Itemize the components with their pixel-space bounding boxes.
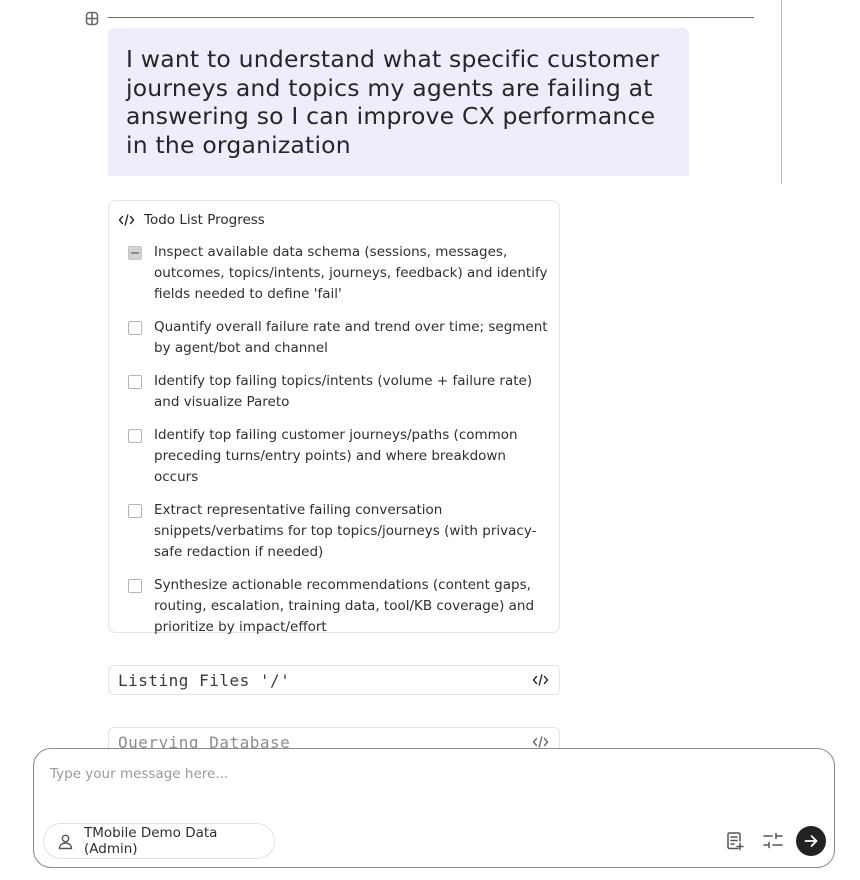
todo-checkbox-in-progress[interactable] (128, 246, 142, 260)
todo-item: Synthesize actionable recommendations (c… (128, 575, 548, 638)
message-input[interactable] (50, 766, 810, 782)
todo-checkbox[interactable] (128, 375, 142, 389)
todo-list-card: Todo List Progress Inspect available dat… (108, 200, 560, 635)
send-button[interactable] (796, 826, 826, 856)
todo-item: Identify top failing customer journeys/p… (128, 425, 548, 488)
todo-header: Todo List Progress (118, 212, 265, 228)
agent-icon (85, 11, 99, 26)
message-composer: TMobile Demo Data (Admin) (33, 748, 835, 868)
todo-item-label: Inspect available data schema (sessions,… (154, 244, 548, 302)
tool-call-listing-files[interactable]: Listing Files '/' (108, 665, 560, 695)
todo-item: Inspect available data schema (sessions,… (128, 242, 548, 305)
todo-item: Identify top failing topics/intents (vol… (128, 371, 548, 413)
todo-checkbox[interactable] (128, 504, 142, 518)
scrollbar-track[interactable] (781, 0, 782, 184)
todo-item-label: Extract representative failing conversat… (154, 502, 537, 560)
data-source-label: TMobile Demo Data (Admin) (84, 825, 218, 857)
person-icon (57, 833, 74, 850)
user-message-text: I want to understand what specific custo… (126, 45, 660, 159)
code-icon[interactable] (532, 735, 549, 749)
todo-title: Todo List Progress (144, 212, 265, 228)
tool-call-label: Listing Files '/' (118, 670, 291, 690)
todo-list: Inspect available data schema (sessions,… (128, 242, 548, 650)
todo-item-label: Identify top failing topics/intents (vol… (154, 373, 533, 410)
todo-item-label: Synthesize actionable recommendations (c… (154, 577, 535, 635)
code-icon[interactable] (532, 673, 549, 687)
sliders-icon[interactable] (761, 829, 785, 853)
todo-item-label: Quantify overall failure rate and trend … (154, 319, 548, 356)
todo-checkbox[interactable] (128, 321, 142, 335)
data-source-selector[interactable]: TMobile Demo Data (Admin) (43, 823, 275, 859)
arrow-right-icon (804, 834, 818, 848)
todo-item-label: Identify top failing customer journeys/p… (154, 427, 518, 485)
code-icon (118, 213, 135, 227)
todo-item: Quantify overall failure rate and trend … (128, 317, 548, 359)
todo-checkbox[interactable] (128, 579, 142, 593)
todo-item: Extract representative failing conversat… (128, 500, 548, 563)
document-add-icon[interactable] (723, 829, 747, 853)
todo-checkbox[interactable] (128, 429, 142, 443)
conversation-top-rule (108, 17, 754, 18)
user-message-bubble: I want to understand what specific custo… (108, 28, 689, 176)
